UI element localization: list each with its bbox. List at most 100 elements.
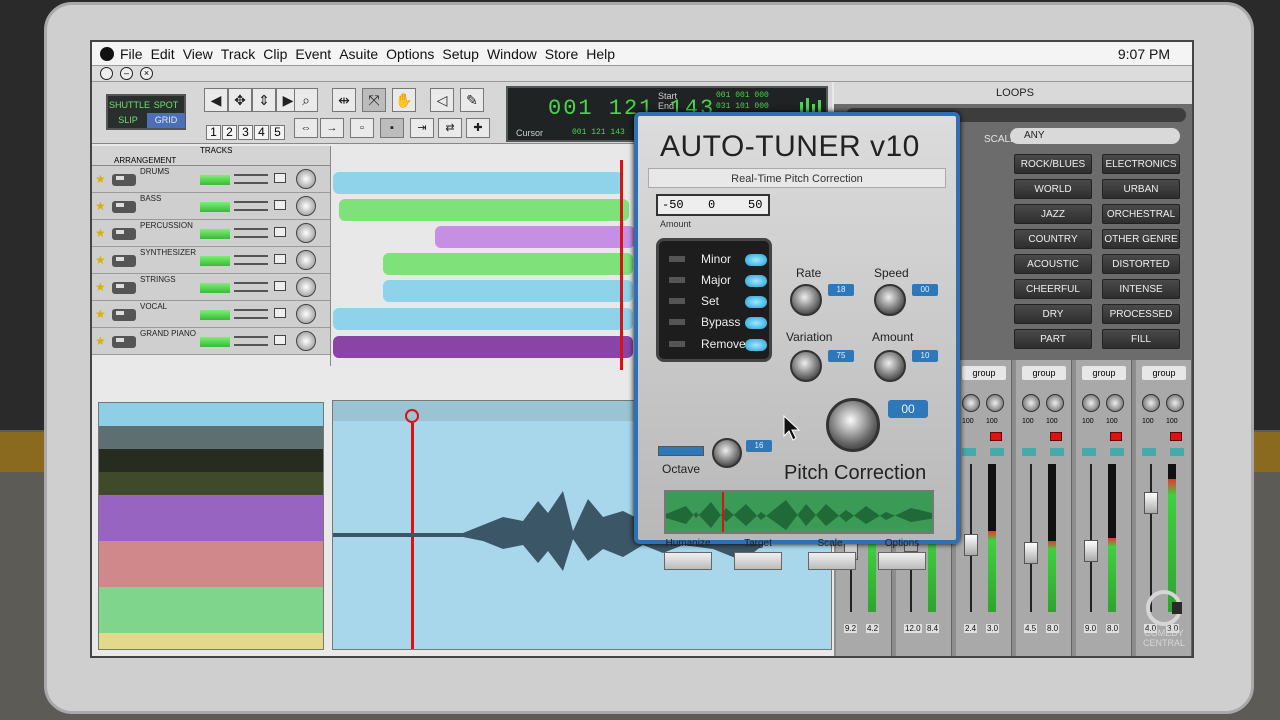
- zoom-preset-2[interactable]: 2: [222, 125, 237, 140]
- track-pan-knob[interactable]: [296, 196, 316, 216]
- track-row-grand-piano[interactable]: ★ GRAND PIANO: [92, 328, 330, 355]
- favorite-star-icon[interactable]: ★: [95, 199, 106, 213]
- magnify-icon[interactable]: ⌕: [294, 88, 318, 112]
- loop-category-mid-4[interactable]: ACOUSTIC: [1014, 254, 1092, 274]
- track-volume-fader[interactable]: [234, 336, 268, 346]
- track-record-button[interactable]: [274, 335, 286, 345]
- track-volume-fader[interactable]: [234, 174, 268, 184]
- loop-category-right-0[interactable]: ELECTRONICS: [1102, 154, 1180, 174]
- target-button[interactable]: [734, 552, 782, 570]
- plugin-waveform[interactable]: [664, 490, 934, 534]
- mode-shuttle[interactable]: SHUTTLE: [109, 98, 150, 113]
- nudge-right-icon[interactable]: →: [320, 118, 344, 138]
- track-pan-knob[interactable]: [296, 277, 316, 297]
- bin-band[interactable]: [99, 541, 323, 564]
- track-row-vocal[interactable]: ★ VOCAL: [92, 301, 330, 328]
- send-knob[interactable]: [986, 394, 1004, 412]
- track-row-bass[interactable]: ★ BASS: [92, 193, 330, 220]
- loop-category-right-6[interactable]: PROCESSED: [1102, 304, 1180, 324]
- loop-category-right-3[interactable]: OTHER GENRE: [1102, 229, 1180, 249]
- record-arm-button[interactable]: [1050, 432, 1062, 441]
- percussion-clip[interactable]: [435, 226, 634, 248]
- favorite-star-icon[interactable]: ★: [95, 172, 106, 186]
- group-select[interactable]: group: [1082, 366, 1126, 380]
- mode-row-set[interactable]: Set: [667, 293, 767, 313]
- record-arm-button[interactable]: [1170, 432, 1182, 441]
- menu-window[interactable]: Window: [487, 46, 537, 62]
- amount-knob[interactable]: [874, 350, 906, 382]
- track-record-button[interactable]: [274, 173, 286, 183]
- menu-setup[interactable]: Setup: [442, 46, 479, 62]
- mode-spot[interactable]: SPOT: [147, 98, 185, 113]
- zoom-vertical-icon[interactable]: ⇕: [252, 88, 276, 112]
- favorite-star-icon[interactable]: ★: [95, 334, 106, 348]
- grand-piano-clip[interactable]: [333, 336, 633, 358]
- channel-fader[interactable]: [1024, 542, 1038, 564]
- insert-icon[interactable]: ⇥: [410, 118, 434, 138]
- window-close-icon[interactable]: ×: [140, 67, 153, 80]
- menu-file[interactable]: File: [120, 46, 143, 62]
- zoom-preset-4[interactable]: 4: [254, 125, 269, 140]
- menu-view[interactable]: View: [183, 46, 213, 62]
- favorite-star-icon[interactable]: ★: [95, 280, 106, 294]
- loops-title[interactable]: LOOPS: [834, 82, 1192, 104]
- bin-band[interactable]: [99, 495, 323, 518]
- loop-category-mid-3[interactable]: COUNTRY: [1014, 229, 1092, 249]
- pitch-correction-knob[interactable]: [826, 398, 880, 452]
- track-pan-knob[interactable]: [296, 169, 316, 189]
- speaker-icon[interactable]: ◁: [430, 88, 454, 112]
- snap-icon[interactable]: ▪: [380, 118, 404, 138]
- major-toggle[interactable]: [745, 275, 767, 287]
- bin-band[interactable]: [99, 449, 323, 472]
- mode-row-remove[interactable]: Remove: [667, 336, 767, 356]
- rewind-icon[interactable]: ◀: [204, 88, 228, 112]
- favorite-star-icon[interactable]: ★: [95, 226, 106, 240]
- track-row-synthesizer[interactable]: ★ SYNTHESIZER: [92, 247, 330, 274]
- loop-category-mid-5[interactable]: CHEERFUL: [1014, 279, 1092, 299]
- loop-category-right-4[interactable]: DISTORTED: [1102, 254, 1180, 274]
- send-knob[interactable]: [1046, 394, 1064, 412]
- amount-display[interactable]: -50 0 50: [656, 194, 770, 216]
- bin-band[interactable]: [99, 564, 323, 587]
- track-volume-fader[interactable]: [234, 228, 268, 238]
- shift-icon[interactable]: ⇄: [438, 118, 462, 138]
- solo-button[interactable]: [1050, 448, 1064, 456]
- track-record-button[interactable]: [274, 200, 286, 210]
- loop-category-right-1[interactable]: URBAN: [1102, 179, 1180, 199]
- rate-knob[interactable]: [790, 284, 822, 316]
- bin-band[interactable]: [99, 587, 323, 610]
- octave-knob[interactable]: [712, 438, 742, 468]
- window-minimize-icon[interactable]: –: [120, 67, 133, 80]
- menu-edit[interactable]: Edit: [151, 46, 175, 62]
- split-tool-icon[interactable]: ⇹: [332, 88, 356, 112]
- track-volume-fader[interactable]: [234, 255, 268, 265]
- channel-fader[interactable]: [1144, 492, 1158, 514]
- mute-button[interactable]: [1082, 448, 1096, 456]
- track-pan-knob[interactable]: [296, 223, 316, 243]
- speed-knob[interactable]: [874, 284, 906, 316]
- send-knob[interactable]: [1106, 394, 1124, 412]
- strings-clip[interactable]: [383, 280, 633, 302]
- send-knob[interactable]: [1142, 394, 1160, 412]
- loop-category-right-7[interactable]: FILL: [1102, 329, 1180, 349]
- menu-store[interactable]: Store: [545, 46, 578, 62]
- track-volume-fader[interactable]: [234, 201, 268, 211]
- track-pan-knob[interactable]: [296, 331, 316, 351]
- mute-button[interactable]: [1142, 448, 1156, 456]
- send-knob[interactable]: [1022, 394, 1040, 412]
- add-icon[interactable]: ✚: [466, 118, 490, 138]
- select-tool-icon[interactable]: ⤧: [362, 88, 386, 112]
- scale-button[interactable]: [808, 552, 856, 570]
- group-select[interactable]: group: [1142, 366, 1186, 380]
- stretch-icon[interactable]: ⇔: [294, 118, 318, 138]
- track-record-button[interactable]: [274, 281, 286, 291]
- send-knob[interactable]: [1082, 394, 1100, 412]
- loop-category-right-2[interactable]: ORCHESTRAL: [1102, 204, 1180, 224]
- mode-row-bypass[interactable]: Bypass: [667, 314, 767, 334]
- track-row-percussion[interactable]: ★ PERCUSSION: [92, 220, 330, 247]
- octave-slider[interactable]: [658, 446, 704, 456]
- bypass-toggle[interactable]: [745, 317, 767, 329]
- bin-band[interactable]: [99, 403, 323, 426]
- solo-button[interactable]: [990, 448, 1004, 456]
- mode-row-minor[interactable]: Minor: [667, 251, 767, 271]
